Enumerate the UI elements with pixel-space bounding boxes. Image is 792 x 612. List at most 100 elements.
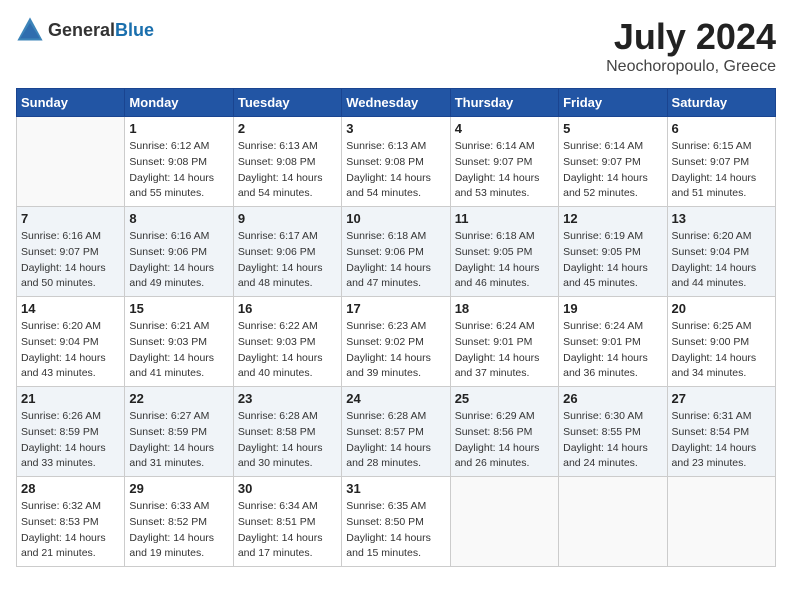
week-row-3: 14 Sunrise: 6:20 AM Sunset: 9:04 PM Dayli… — [17, 297, 776, 387]
day-number: 11 — [455, 211, 554, 226]
day-cell: 19 Sunrise: 6:24 AM Sunset: 9:01 PM Dayli… — [559, 297, 667, 387]
day-cell: 1 Sunrise: 6:12 AM Sunset: 9:08 PM Daylig… — [125, 117, 233, 207]
day-info: Sunrise: 6:24 AM Sunset: 9:01 PM Dayligh… — [455, 319, 554, 382]
day-info: Sunrise: 6:31 AM Sunset: 8:54 PM Dayligh… — [672, 409, 771, 472]
day-info: Sunrise: 6:18 AM Sunset: 9:05 PM Dayligh… — [455, 229, 554, 292]
day-cell: 25Sunrise: 6:29 AM Sunset: 8:56 PM Dayli… — [450, 387, 558, 477]
location-title: Neochoropoulo, Greece — [606, 58, 776, 76]
day-cell — [667, 477, 775, 567]
day-cell: 14 Sunrise: 6:20 AM Sunset: 9:04 PM Dayli… — [17, 297, 125, 387]
weekday-header-row: SundayMondayTuesdayWednesdayThursdayFrid… — [17, 89, 776, 117]
day-cell: 13Sunrise: 6:20 AM Sunset: 9:04 PM Dayli… — [667, 207, 775, 297]
day-cell: 21 Sunrise: 6:26 AM Sunset: 8:59 PM Dayli… — [17, 387, 125, 477]
day-cell: 22Sunrise: 6:27 AM Sunset: 8:59 PM Dayli… — [125, 387, 233, 477]
day-cell: 31Sunrise: 6:35 AM Sunset: 8:50 PM Dayli… — [342, 477, 450, 567]
day-info: Sunrise: 6:24 AM Sunset: 9:01 PM Dayligh… — [563, 319, 662, 382]
weekday-header-monday: Monday — [125, 89, 233, 117]
weekday-header-thursday: Thursday — [450, 89, 558, 117]
day-cell — [450, 477, 558, 567]
day-cell: 16 Sunrise: 6:22 AM Sunset: 9:03 PM Dayli… — [233, 297, 341, 387]
day-info: Sunrise: 6:19 AM Sunset: 9:05 PM Dayligh… — [563, 229, 662, 292]
day-cell: 11 Sunrise: 6:18 AM Sunset: 9:05 PM Dayli… — [450, 207, 558, 297]
day-number: 9 — [238, 211, 337, 226]
day-cell — [559, 477, 667, 567]
day-cell: 8 Sunrise: 6:16 AM Sunset: 9:06 PM Daylig… — [125, 207, 233, 297]
day-number: 8 — [129, 211, 228, 226]
day-cell: 30 Sunrise: 6:34 AM Sunset: 8:51 PM Dayli… — [233, 477, 341, 567]
day-cell: 28 Sunrise: 6:32 AM Sunset: 8:53 PM Dayli… — [17, 477, 125, 567]
day-number: 26 — [563, 391, 662, 406]
day-number: 2 — [238, 121, 337, 136]
month-title: July 2024 — [606, 16, 776, 58]
logo: GeneralBlue — [16, 16, 154, 44]
weekday-header-tuesday: Tuesday — [233, 89, 341, 117]
day-number: 10 — [346, 211, 445, 226]
day-number: 30 — [238, 481, 337, 496]
day-number: 14 — [21, 301, 120, 316]
day-info: Sunrise: 6:25 AM Sunset: 9:00 PM Dayligh… — [672, 319, 771, 382]
day-number: 7 — [21, 211, 120, 226]
day-number: 20 — [672, 301, 771, 316]
day-cell: 4Sunrise: 6:14 AM Sunset: 9:07 PM Daylig… — [450, 117, 558, 207]
week-row-5: 28 Sunrise: 6:32 AM Sunset: 8:53 PM Dayli… — [17, 477, 776, 567]
day-number: 12 — [563, 211, 662, 226]
weekday-header-friday: Friday — [559, 89, 667, 117]
day-info: Sunrise: 6:17 AM Sunset: 9:06 PM Dayligh… — [238, 229, 337, 292]
day-cell: 10 Sunrise: 6:18 AM Sunset: 9:06 PM Dayli… — [342, 207, 450, 297]
day-info: Sunrise: 6:26 AM Sunset: 8:59 PM Dayligh… — [21, 409, 120, 472]
day-info: Sunrise: 6:13 AM Sunset: 9:08 PM Dayligh… — [238, 139, 337, 202]
week-row-2: 7Sunrise: 6:16 AM Sunset: 9:07 PM Daylig… — [17, 207, 776, 297]
weekday-header-saturday: Saturday — [667, 89, 775, 117]
day-number: 5 — [563, 121, 662, 136]
day-cell: 3Sunrise: 6:13 AM Sunset: 9:08 PM Daylig… — [342, 117, 450, 207]
day-number: 4 — [455, 121, 554, 136]
day-info: Sunrise: 6:20 AM Sunset: 9:04 PM Dayligh… — [21, 319, 120, 382]
day-number: 29 — [129, 481, 228, 496]
day-number: 28 — [21, 481, 120, 496]
day-number: 15 — [129, 301, 228, 316]
week-row-4: 21 Sunrise: 6:26 AM Sunset: 8:59 PM Dayli… — [17, 387, 776, 477]
day-cell: 23Sunrise: 6:28 AM Sunset: 8:58 PM Dayli… — [233, 387, 341, 477]
day-cell: 29 Sunrise: 6:33 AM Sunset: 8:52 PM Dayli… — [125, 477, 233, 567]
day-info: Sunrise: 6:28 AM Sunset: 8:57 PM Dayligh… — [346, 409, 445, 472]
day-number: 13 — [672, 211, 771, 226]
day-number: 6 — [672, 121, 771, 136]
day-info: Sunrise: 6:34 AM Sunset: 8:51 PM Dayligh… — [238, 499, 337, 562]
day-cell: 5 Sunrise: 6:14 AM Sunset: 9:07 PM Daylig… — [559, 117, 667, 207]
day-cell: 27Sunrise: 6:31 AM Sunset: 8:54 PM Dayli… — [667, 387, 775, 477]
day-info: Sunrise: 6:16 AM Sunset: 9:06 PM Dayligh… — [129, 229, 228, 292]
day-info: Sunrise: 6:32 AM Sunset: 8:53 PM Dayligh… — [21, 499, 120, 562]
day-info: Sunrise: 6:27 AM Sunset: 8:59 PM Dayligh… — [129, 409, 228, 472]
day-number: 19 — [563, 301, 662, 316]
logo-icon — [16, 16, 44, 44]
day-info: Sunrise: 6:21 AM Sunset: 9:03 PM Dayligh… — [129, 319, 228, 382]
day-number: 1 — [129, 121, 228, 136]
day-cell: 18Sunrise: 6:24 AM Sunset: 9:01 PM Dayli… — [450, 297, 558, 387]
day-cell: 12 Sunrise: 6:19 AM Sunset: 9:05 PM Dayli… — [559, 207, 667, 297]
day-number: 23 — [238, 391, 337, 406]
weekday-header-wednesday: Wednesday — [342, 89, 450, 117]
day-info: Sunrise: 6:12 AM Sunset: 9:08 PM Dayligh… — [129, 139, 228, 202]
day-info: Sunrise: 6:18 AM Sunset: 9:06 PM Dayligh… — [346, 229, 445, 292]
day-number: 25 — [455, 391, 554, 406]
day-info: Sunrise: 6:15 AM Sunset: 9:07 PM Dayligh… — [672, 139, 771, 202]
day-info: Sunrise: 6:22 AM Sunset: 9:03 PM Dayligh… — [238, 319, 337, 382]
day-cell: 26 Sunrise: 6:30 AM Sunset: 8:55 PM Dayli… — [559, 387, 667, 477]
day-info: Sunrise: 6:23 AM Sunset: 9:02 PM Dayligh… — [346, 319, 445, 382]
day-number: 17 — [346, 301, 445, 316]
day-cell: 6 Sunrise: 6:15 AM Sunset: 9:07 PM Daylig… — [667, 117, 775, 207]
day-cell: 2 Sunrise: 6:13 AM Sunset: 9:08 PM Daylig… — [233, 117, 341, 207]
day-info: Sunrise: 6:14 AM Sunset: 9:07 PM Dayligh… — [563, 139, 662, 202]
week-row-1: 1 Sunrise: 6:12 AM Sunset: 9:08 PM Daylig… — [17, 117, 776, 207]
day-info: Sunrise: 6:30 AM Sunset: 8:55 PM Dayligh… — [563, 409, 662, 472]
day-cell: 20 Sunrise: 6:25 AM Sunset: 9:00 PM Dayli… — [667, 297, 775, 387]
day-info: Sunrise: 6:33 AM Sunset: 8:52 PM Dayligh… — [129, 499, 228, 562]
day-number: 21 — [21, 391, 120, 406]
day-number: 16 — [238, 301, 337, 316]
day-cell: 9 Sunrise: 6:17 AM Sunset: 9:06 PM Daylig… — [233, 207, 341, 297]
day-cell: 15 Sunrise: 6:21 AM Sunset: 9:03 PM Dayli… — [125, 297, 233, 387]
day-info: Sunrise: 6:13 AM Sunset: 9:08 PM Dayligh… — [346, 139, 445, 202]
day-number: 24 — [346, 391, 445, 406]
day-cell: 17 Sunrise: 6:23 AM Sunset: 9:02 PM Dayli… — [342, 297, 450, 387]
day-number: 31 — [346, 481, 445, 496]
